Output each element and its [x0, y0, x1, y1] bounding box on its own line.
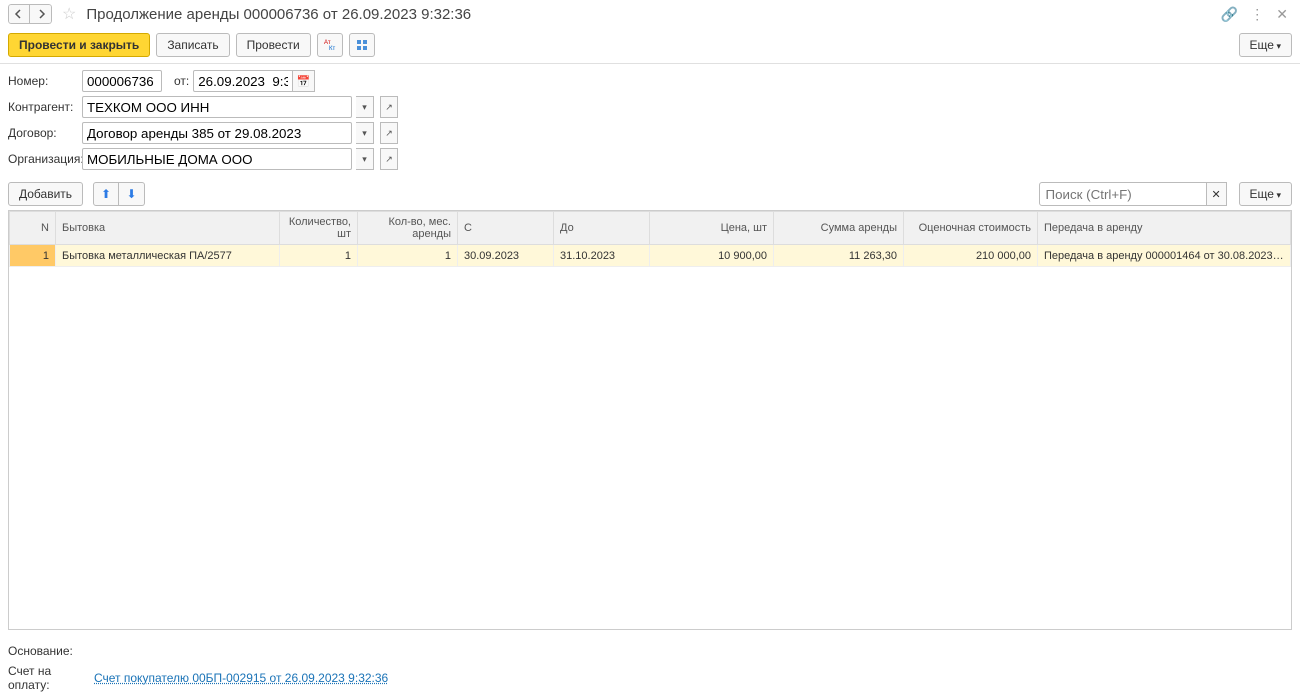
cell-transfer[interactable]: Передача в аренду 000001464 от 30.08.202…: [1038, 245, 1291, 267]
cell-from[interactable]: 30.09.2023: [458, 245, 554, 267]
counterparty-open-icon[interactable]: ↗: [380, 96, 398, 118]
col-n[interactable]: N: [10, 212, 56, 245]
move-down-button[interactable]: ⬇: [119, 182, 145, 206]
col-from[interactable]: С: [458, 212, 554, 245]
cell-qty[interactable]: 1: [280, 245, 358, 267]
move-up-button[interactable]: ⬆: [93, 182, 119, 206]
cell-price[interactable]: 10 900,00: [650, 245, 774, 267]
cell-months[interactable]: 1: [358, 245, 458, 267]
debit-credit-button[interactable]: Ат Кт: [317, 33, 343, 57]
invoice-link[interactable]: Счет покупателю 00БП-002915 от 26.09.202…: [94, 671, 388, 685]
kebab-menu-icon[interactable]: ⋮: [1250, 6, 1264, 23]
col-item[interactable]: Бытовка: [56, 212, 280, 245]
page-title: Продолжение аренды 000006736 от 26.09.20…: [86, 6, 1216, 23]
cell-rent-sum[interactable]: 11 263,30: [774, 245, 904, 267]
nav-back-button[interactable]: [8, 4, 30, 24]
col-price[interactable]: Цена, шт: [650, 212, 774, 245]
col-est-value[interactable]: Оценочная стоимость: [904, 212, 1038, 245]
cell-n[interactable]: 1: [10, 245, 56, 267]
calendar-icon[interactable]: 📅: [293, 70, 315, 92]
counterparty-dropdown-icon[interactable]: ▾: [356, 96, 374, 118]
arrow-down-icon: ⬇: [127, 187, 137, 201]
nav-forward-button[interactable]: [30, 4, 52, 24]
favorite-star-icon[interactable]: ☆: [62, 4, 76, 24]
add-row-button[interactable]: Добавить: [8, 182, 83, 206]
post-and-close-button[interactable]: Провести и закрыть: [8, 33, 150, 57]
number-field[interactable]: [82, 70, 162, 92]
col-rent-sum[interactable]: Сумма аренды: [774, 212, 904, 245]
counterparty-field[interactable]: [82, 96, 352, 118]
search-input[interactable]: [1039, 182, 1207, 206]
basis-label: Основание:: [8, 644, 88, 658]
cell-est-value[interactable]: 210 000,00: [904, 245, 1038, 267]
col-transfer[interactable]: Передача в аренду: [1038, 212, 1291, 245]
from-date-label: от:: [174, 74, 189, 88]
col-to[interactable]: До: [554, 212, 650, 245]
cell-item[interactable]: Бытовка металлическая ПА/2577: [56, 245, 280, 267]
col-qty[interactable]: Количество, шт: [280, 212, 358, 245]
toolbar-more-button[interactable]: Еще: [1239, 33, 1292, 57]
table-more-button[interactable]: Еще: [1239, 182, 1292, 206]
save-button[interactable]: Записать: [156, 33, 229, 57]
arrow-up-icon: ⬆: [101, 187, 111, 201]
link-icon[interactable]: 🔗: [1221, 6, 1238, 23]
close-icon[interactable]: ✕: [1276, 6, 1288, 23]
contract-field[interactable]: [82, 122, 352, 144]
org-open-icon[interactable]: ↗: [380, 148, 398, 170]
contract-dropdown-icon[interactable]: ▾: [356, 122, 374, 144]
col-months[interactable]: Кол-во, мес. аренды: [358, 212, 458, 245]
table-row[interactable]: 1 Бытовка металлическая ПА/2577 1 1 30.0…: [10, 245, 1291, 267]
cell-to[interactable]: 31.10.2023: [554, 245, 650, 267]
invoice-label: Счет на оплату:: [8, 664, 88, 692]
items-table: N Бытовка Количество, шт Кол-во, мес. ар…: [9, 211, 1291, 267]
org-label: Организация:: [8, 152, 78, 166]
svg-text:Кт: Кт: [329, 46, 335, 52]
date-field[interactable]: [193, 70, 293, 92]
search-clear-icon[interactable]: ✕: [1207, 182, 1227, 206]
number-label: Номер:: [8, 74, 78, 88]
contract-open-icon[interactable]: ↗: [380, 122, 398, 144]
post-button[interactable]: Провести: [236, 33, 311, 57]
contract-label: Договор:: [8, 126, 78, 140]
org-dropdown-icon[interactable]: ▾: [356, 148, 374, 170]
structure-button[interactable]: [349, 33, 375, 57]
counterparty-label: Контрагент:: [8, 100, 78, 114]
org-field[interactable]: [82, 148, 352, 170]
